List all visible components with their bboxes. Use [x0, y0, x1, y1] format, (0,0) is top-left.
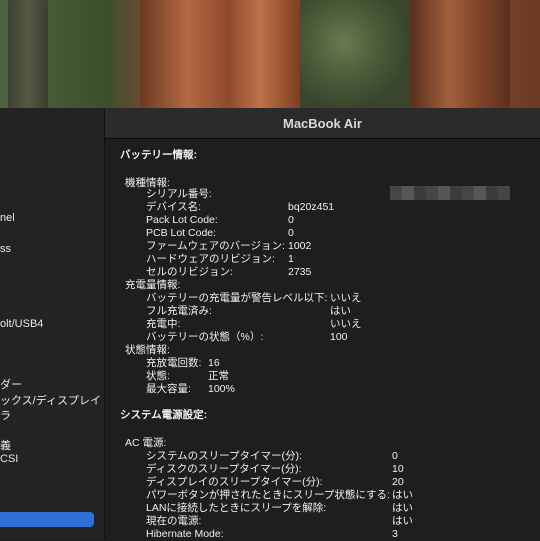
- device-name-label: デバイス名:: [146, 201, 202, 213]
- current-power-label: 現在の電源:: [146, 515, 202, 527]
- condition-label: 状態:: [146, 370, 170, 382]
- cycle-count-label: 充放電回数:: [146, 357, 202, 369]
- hibernate-mode-value: 3: [392, 528, 398, 540]
- sidebar-item[interactable]: nel: [0, 212, 15, 224]
- system-sleep-label: システムのスリープタイマー(分):: [146, 450, 302, 462]
- pcb-lot-label: PCB Lot Code:: [146, 227, 217, 239]
- sidebar-item[interactable]: ダー: [0, 376, 22, 392]
- charging-label: 充電中:: [146, 318, 181, 330]
- charging-value: いいえ: [330, 318, 362, 330]
- battery-state-value: 100: [330, 331, 348, 343]
- system-information-window: MacBook Air バッテリー情報: 機種情報: シリアル番号: デバイス名…: [105, 108, 540, 540]
- current-power-value: はい: [392, 515, 413, 527]
- cell-revision-value: 2735: [288, 266, 312, 278]
- cell-revision-label: セルのリビジョン:: [146, 266, 233, 278]
- max-capacity-value: 100%: [208, 383, 235, 395]
- sidebar-item[interactable]: ラ: [0, 407, 11, 423]
- serial-label: シリアル番号:: [146, 188, 212, 200]
- ac-power-heading: AC 電源:: [125, 437, 167, 449]
- serial-value-redacted: [390, 186, 510, 200]
- forest-background: [300, 0, 410, 108]
- window-titlebar: MacBook Air: [105, 108, 540, 139]
- power-button-sleep-label: パワーボタンが押されたときにスリープ状態にする:: [146, 489, 390, 501]
- charge-info-heading: 充電量情報:: [125, 279, 181, 291]
- sidebar-item[interactable]: CSI: [0, 453, 18, 465]
- firmware-label: ファームウェアのバージョン:: [146, 240, 285, 252]
- power-button-sleep-value: はい: [392, 489, 413, 501]
- cycle-count-value: 16: [208, 357, 220, 369]
- power-settings-heading: システム電源設定:: [120, 409, 208, 421]
- system-sleep-value: 0: [392, 450, 398, 462]
- hardware-revision-label: ハードウェアのリビジョン:: [146, 253, 275, 265]
- tree-trunk: [410, 0, 510, 108]
- sidebar-item[interactable]: 義: [0, 437, 11, 453]
- device-name-value: bq20z451: [288, 201, 335, 213]
- desktop-wallpaper: [0, 0, 540, 108]
- fully-charged-value: はい: [330, 305, 351, 317]
- fully-charged-label: フル充電済み:: [146, 305, 212, 317]
- sidebar-item[interactable]: olt/USB4: [0, 318, 43, 330]
- hibernate-mode-label: Hibernate Mode:: [146, 528, 224, 540]
- condition-value: 正常: [208, 370, 229, 382]
- pack-lot-label: Pack Lot Code:: [146, 214, 218, 226]
- battery-state-label: バッテリーの状態（%）:: [146, 331, 264, 343]
- battery-heading: バッテリー情報:: [120, 149, 197, 161]
- sidebar-item-selected[interactable]: [0, 512, 94, 527]
- display-sleep-value: 20: [392, 476, 404, 488]
- pack-lot-value: 0: [288, 214, 294, 226]
- charge-warning-label: バッテリーの充電量が警告レベル以下:: [146, 292, 328, 304]
- window-title: MacBook Air: [283, 115, 362, 131]
- sidebar-item[interactable]: ックス/ディスプレイ: [0, 392, 101, 408]
- charge-warning-value: いいえ: [330, 292, 362, 304]
- max-capacity-label: 最大容量:: [146, 383, 191, 395]
- health-info-heading: 状態情報:: [125, 344, 170, 356]
- firmware-value: 1002: [288, 240, 312, 252]
- hardware-revision-value: 1: [288, 253, 294, 265]
- tree-trunk: [8, 0, 48, 108]
- tree-trunk: [140, 0, 300, 108]
- pcb-lot-value: 0: [288, 227, 294, 239]
- display-sleep-label: ディスプレイのスリープタイマー(分):: [146, 476, 323, 488]
- sidebar-item[interactable]: ss: [0, 243, 11, 255]
- wake-on-lan-value: はい: [392, 502, 413, 514]
- sidebar: nel ss olt/USB4 ダー ックス/ディスプレイ ラ 義 CSI: [0, 108, 105, 540]
- wake-on-lan-label: LANに接続したときにスリープを解除:: [146, 502, 327, 514]
- disk-sleep-value: 10: [392, 463, 404, 475]
- disk-sleep-label: ディスクのスリープタイマー(分):: [146, 463, 302, 475]
